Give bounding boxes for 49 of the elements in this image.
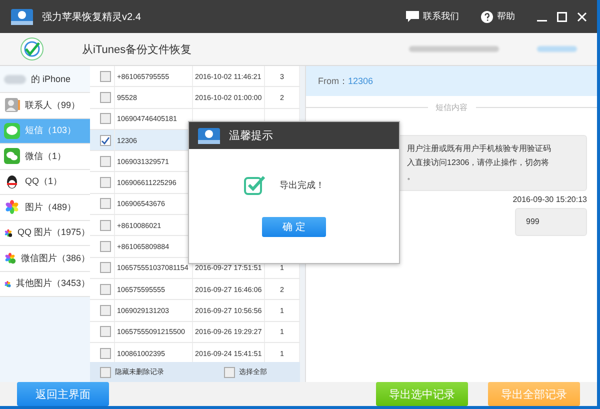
contacts-icon [4,97,20,114]
checkbox[interactable] [100,284,111,295]
check-circle-icon [20,37,44,61]
checkbox[interactable] [100,262,111,274]
contact-link[interactable]: 联系我们 [406,10,459,23]
dialog-title: 温馨提示 [229,129,273,143]
checkbox[interactable] [100,348,111,358]
dialog-message: 导出完成！ [280,178,324,192]
check-icon [244,175,266,195]
checkbox[interactable] [100,113,111,124]
window-title: 强力苹果恢复精灵v2.4 [42,10,142,24]
checkbox[interactable] [100,220,111,231]
sidebar-item[interactable]: 微信（1） [0,144,90,170]
sidebar-item[interactable]: 其他图片（3453） [0,272,90,297]
checkbox[interactable] [100,92,111,103]
app-logo-icon [10,6,34,26]
help-icon [481,10,493,22]
page-title: 从iTunes备份文件恢复 [82,42,192,56]
help-link[interactable]: 帮助 [481,10,515,23]
checkbox[interactable] [100,241,111,252]
sidebar-item[interactable]: 图片（489） [0,195,90,220]
chat-icon [406,11,419,22]
message-time: 2016-09-30 15:20:13 [512,195,587,204]
sidebar-item[interactable]: 的 iPhone [0,66,90,93]
message-bubble: 999 [515,208,587,236]
sidebar-item[interactable]: QQ 图片（1975） [0,220,90,246]
checkbox[interactable] [100,304,111,316]
blurred-device-name [4,74,26,84]
checkbox[interactable] [100,198,111,210]
sidebar-item[interactable]: 联系人（99） [0,93,90,118]
checkbox[interactable] [100,70,111,82]
checkbox[interactable] [100,156,111,167]
flower-icon [4,250,16,266]
sidebar-item[interactable]: QQ（1） [0,170,90,195]
checkbox[interactable] [100,366,111,378]
chat-bubble-icon [4,122,20,139]
close-icon[interactable] [577,12,587,22]
checkbox[interactable] [100,326,111,338]
maximize-icon[interactable] [557,12,567,22]
app-logo-icon [197,126,221,146]
checkbox[interactable] [100,177,111,188]
chat-icon [4,148,20,164]
from-label: From：12306 [318,74,374,88]
penguin-icon [4,174,20,190]
checkbox[interactable] [224,366,235,378]
checkbox[interactable] [100,134,111,146]
flower-icon [4,199,20,216]
sidebar-item[interactable]: 微信图片（386） [0,246,90,272]
section-divider-label: 短信内容 [436,102,468,113]
